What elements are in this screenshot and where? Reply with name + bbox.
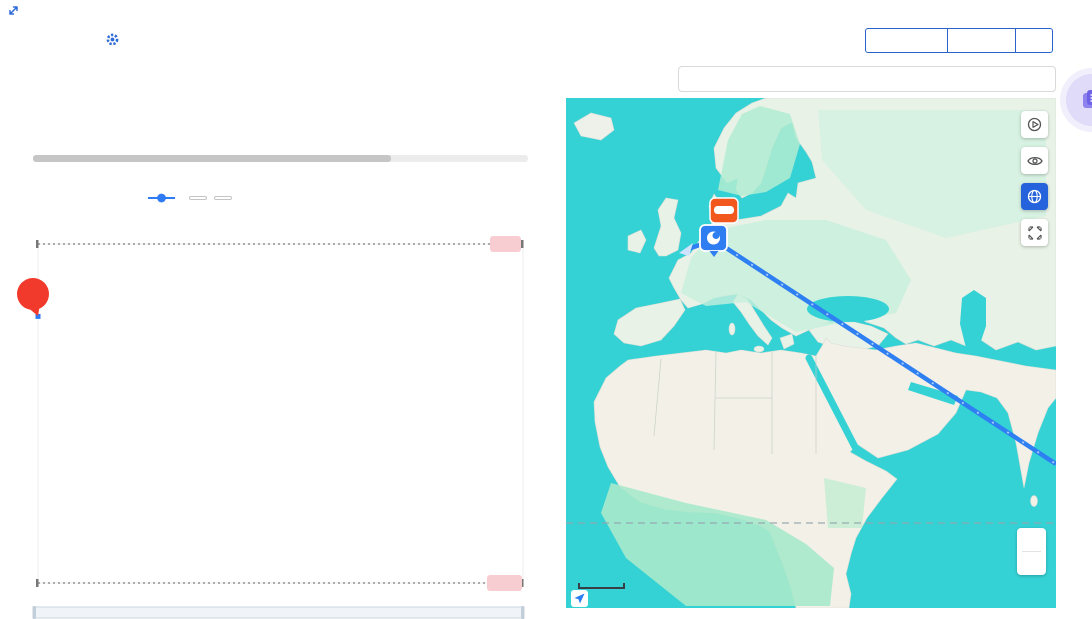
legend-series-symbol[interactable] — [148, 191, 175, 205]
map-canvas[interactable] — [566, 98, 1056, 608]
zoom-out-button[interactable] — [1017, 552, 1046, 575]
zoom-in-button[interactable] — [1017, 528, 1046, 551]
map-scale-bar — [578, 583, 625, 589]
scrollbar-thumb[interactable] — [33, 155, 391, 162]
table-horizontal-scrollbar[interactable] — [33, 155, 528, 162]
fullscreen-button[interactable] — [1021, 219, 1048, 246]
plot-border — [38, 244, 523, 583]
globe-icon — [1027, 189, 1042, 204]
datazoom-left-handle[interactable] — [33, 606, 37, 619]
export-pdf-button[interactable] — [947, 28, 1016, 53]
select-all-button[interactable] — [189, 196, 207, 200]
visibility-button[interactable] — [1021, 147, 1048, 174]
amap-plane-icon — [571, 590, 588, 607]
collapse-diagonal-icon[interactable] — [7, 4, 20, 17]
assistant-doc-icon — [1081, 89, 1092, 111]
eye-icon — [1027, 155, 1043, 167]
chart-legend — [148, 191, 232, 205]
settings-gear-icon[interactable] — [105, 32, 120, 47]
map-panel[interactable] — [566, 98, 1056, 608]
chart-datazoom-slider[interactable] — [33, 606, 525, 619]
trace-playback-button[interactable] — [1021, 111, 1048, 138]
truck-marker[interactable] — [709, 197, 739, 229]
max-value-marker — [17, 278, 49, 319]
breadcrumb — [128, 33, 140, 47]
device-location-marker[interactable] — [699, 224, 729, 263]
fullscreen-icon — [1028, 226, 1042, 240]
temperature-line-chart[interactable] — [0, 222, 545, 619]
more-actions-button[interactable] — [1015, 28, 1053, 53]
date-range-picker[interactable] — [678, 66, 1056, 92]
play-icon — [1033, 122, 1038, 128]
datazoom-right-handle[interactable] — [521, 606, 525, 619]
assistant-floating-button[interactable] — [1066, 74, 1092, 126]
invert-select-button[interactable] — [214, 196, 232, 200]
map-zoom-control — [1017, 528, 1046, 575]
globe-layer-button[interactable] — [1021, 183, 1048, 210]
export-excel-button[interactable] — [865, 28, 948, 53]
amap-logo[interactable] — [571, 590, 591, 607]
